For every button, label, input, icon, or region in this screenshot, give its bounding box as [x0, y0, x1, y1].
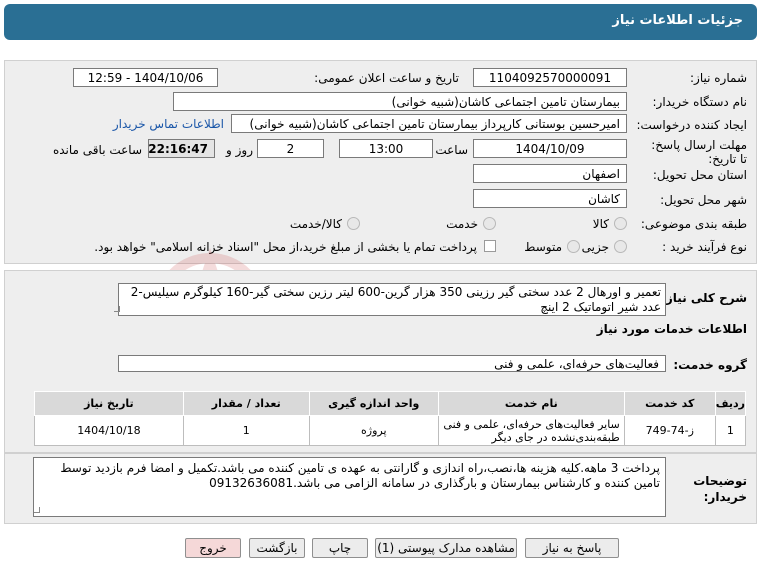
days-field: 2: [257, 139, 324, 158]
province-label: استان محل تحویل:: [652, 168, 747, 182]
category-service-radio[interactable]: [483, 217, 496, 230]
purchase-minor-radio[interactable]: [614, 240, 627, 253]
purchase-medium-radio[interactable]: [567, 240, 580, 253]
category-goods-radio[interactable]: [614, 217, 627, 230]
announce-label: تاریخ و ساعت اعلان عمومی:: [314, 71, 459, 85]
deadline-label: مهلت ارسال پاسخ: تا تاریخ:: [651, 138, 747, 166]
buyer-org-label: نام دستگاه خریدار:: [652, 95, 748, 109]
category-both-radio[interactable]: [347, 217, 360, 230]
services-table: ردیف کد خدمت نام خدمت واحد اندازه گیری ت…: [34, 391, 747, 446]
deadline-date-field: 1404/10/09: [473, 139, 627, 158]
category-both-label: کالا/خدمت: [289, 217, 342, 231]
province-field: اصفهان: [473, 164, 627, 183]
category-label: طبقه بندی موضوعی:: [640, 217, 747, 231]
buyer-notes-label: توضیحات خریدار:: [693, 474, 747, 504]
view-attachments-button[interactable]: مشاهده مدارک پیوستی (1): [375, 538, 517, 558]
row-date: 1404/10/18: [34, 415, 184, 446]
row-name: سایر فعالیت‌های حرفه‌ای، علمی و فنی طبقه…: [437, 415, 625, 446]
buyer-contact-link[interactable]: اطلاعات تماس خریدار: [113, 117, 224, 131]
buyer-org-field: بیمارستان تامین اجتماعی کاشان(شبیه خوانی…: [173, 92, 627, 111]
buyer-notes-field: پرداخت 3 ماهه.کلیه هزینه ها،نصب،راه اندا…: [33, 457, 666, 517]
table-header-row: ردیف کد خدمت نام خدمت واحد اندازه گیری ت…: [34, 391, 747, 416]
services-section-title: اطلاعات خدمات مورد نیاز: [596, 322, 747, 336]
notes-resize-handle[interactable]: [34, 507, 40, 513]
row-unit: پروژه: [308, 415, 439, 446]
col-code: کد خدمت: [623, 391, 716, 416]
service-group-field: فعالیت‌های حرفه‌ای، علمی و فنی: [118, 355, 666, 372]
back-button[interactable]: بازگشت: [249, 538, 305, 558]
city-field: کاشان: [473, 189, 627, 208]
category-goods-label: کالا: [592, 217, 609, 231]
creator-field: امیرحسین بوستانی کارپرداز بیمارستان تامی…: [231, 114, 627, 133]
description-resize-handle[interactable]: [114, 306, 120, 312]
creator-label: ایجاد کننده درخواست:: [636, 118, 747, 132]
row-code: ز-74-749: [623, 415, 716, 446]
col-qty: تعداد / مقدار: [182, 391, 310, 416]
city-label: شهر محل تحویل:: [660, 193, 747, 207]
treasury-payment-checkbox[interactable]: [484, 240, 496, 252]
deadline-time-field: 13:00: [339, 139, 433, 158]
col-date: تاریخ نیاز: [34, 391, 184, 416]
purchase-minor-label: جزیی: [581, 240, 609, 254]
table-row[interactable]: 1 ز-74-749 سایر فعالیت‌های حرفه‌ای، علمی…: [34, 415, 747, 446]
need-info-panel: [4, 60, 757, 264]
page-title: جزئیات اطلاعات نیاز: [612, 13, 743, 28]
reply-to-need-button[interactable]: پاسخ به نیاز: [525, 538, 619, 558]
description-field: تعمیر و اورهال 2 عدد سختی گیر رزینی 350 …: [118, 283, 666, 316]
row-qty: 1: [182, 415, 310, 446]
description-label: شرح کلی نیاز:: [661, 291, 747, 305]
print-button[interactable]: چاپ: [312, 538, 368, 558]
exit-button[interactable]: خروج: [185, 538, 241, 558]
col-unit: واحد اندازه گیری: [308, 391, 439, 416]
remaining-time-field: 22:16:47: [148, 139, 215, 158]
purchase-type-label: نوع فرآیند خرید :: [662, 240, 747, 254]
deadline-time-label: ساعت: [435, 143, 468, 157]
purchase-medium-label: متوسط: [524, 240, 562, 254]
service-group-label: گروه خدمت:: [673, 358, 747, 372]
need-number-field: 1104092570000091: [473, 68, 627, 87]
days-label: روز و: [226, 143, 253, 157]
announce-field: 1404/10/06 - 12:59: [73, 68, 218, 87]
row-index: 1: [714, 415, 747, 446]
category-service-label: خدمت: [446, 217, 478, 231]
need-number-label: شماره نیاز:: [690, 71, 747, 85]
treasury-payment-note: پرداخت تمام یا بخشی از مبلغ خرید،از محل …: [94, 240, 477, 254]
col-name: نام خدمت: [437, 391, 625, 416]
page-header: جزئیات اطلاعات نیاز: [4, 4, 757, 40]
col-index: ردیف: [714, 391, 747, 416]
remaining-label: ساعت باقی مانده: [52, 143, 142, 157]
